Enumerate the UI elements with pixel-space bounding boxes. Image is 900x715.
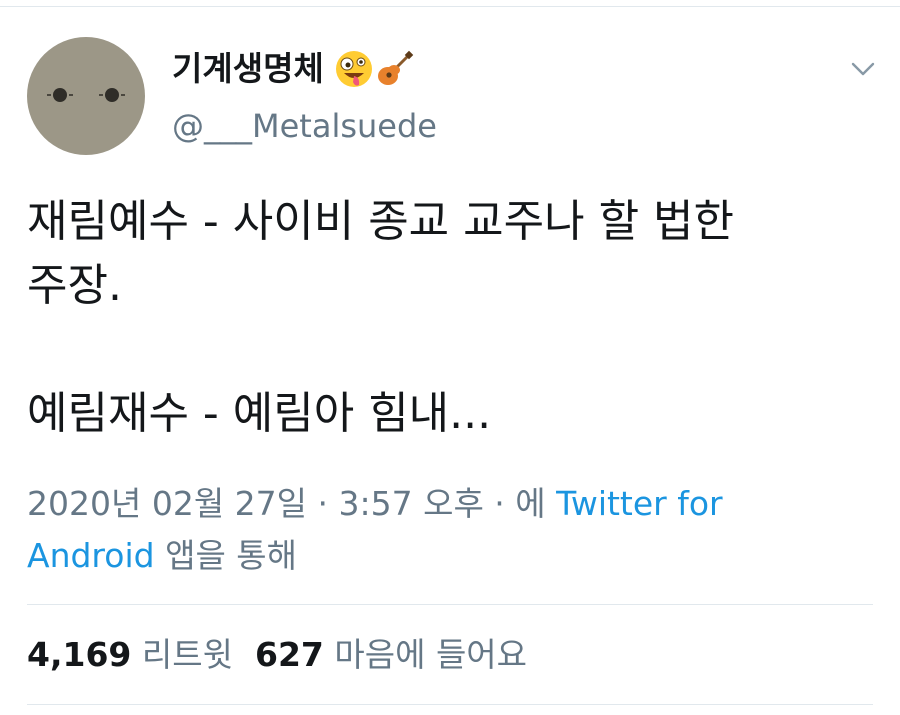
tweet-text-line: 예림재수 - 예림아 힘내... <box>27 388 492 439</box>
tweet-text: 재림예수 - 사이비 종교 교주나 할 법한 주장. 예림재수 - 예림아 힘내… <box>27 190 877 446</box>
author-display-name[interactable]: 기계생명체 <box>172 44 414 94</box>
stats-divider <box>27 604 873 605</box>
retweets-count: 4,169 <box>27 635 132 674</box>
avatar-left-eye <box>47 88 73 102</box>
tweet-metadata: 2020년 02월 27일 · 3:57 오후 · 에 Twitter for A… <box>27 478 877 582</box>
tweet-timestamp[interactable]: 2020년 02월 27일 · 3:57 오후 · 에 <box>27 484 556 523</box>
retweets-stat[interactable]: 4,169 리트윗 <box>27 635 233 674</box>
guitar-icon <box>377 50 414 85</box>
tweet-text-line: 주장. <box>27 260 122 311</box>
tweet-card: 기계생명체 @___Metalsuede 재림예수 - 사이비 종교 교주나 할… <box>0 0 900 715</box>
source-link-continued[interactable]: Android <box>27 536 155 575</box>
retweets-label: 리트윗 <box>141 635 233 674</box>
chevron-down-icon[interactable] <box>849 58 877 80</box>
likes-count: 627 <box>254 635 324 674</box>
likes-label: 마음에 들어요 <box>334 635 528 674</box>
tweet-text-line: 재림예수 - 사이비 종교 교주나 할 법한 <box>27 196 734 247</box>
author-username[interactable]: @___Metalsuede <box>172 104 437 148</box>
zany-face-icon <box>335 51 372 87</box>
display-name-text: 기계생명체 <box>172 49 324 88</box>
source-link[interactable]: Twitter for <box>556 484 722 523</box>
bottom-divider <box>27 704 873 705</box>
source-suffix: 앱을 통해 <box>154 536 298 575</box>
likes-stat[interactable]: 627 마음에 들어요 <box>255 635 527 674</box>
top-divider <box>0 6 900 7</box>
tweet-stats: 4,169 리트윗 627 마음에 들어요 <box>27 630 527 680</box>
avatar-right-eye <box>99 88 125 102</box>
avatar[interactable] <box>27 37 145 155</box>
